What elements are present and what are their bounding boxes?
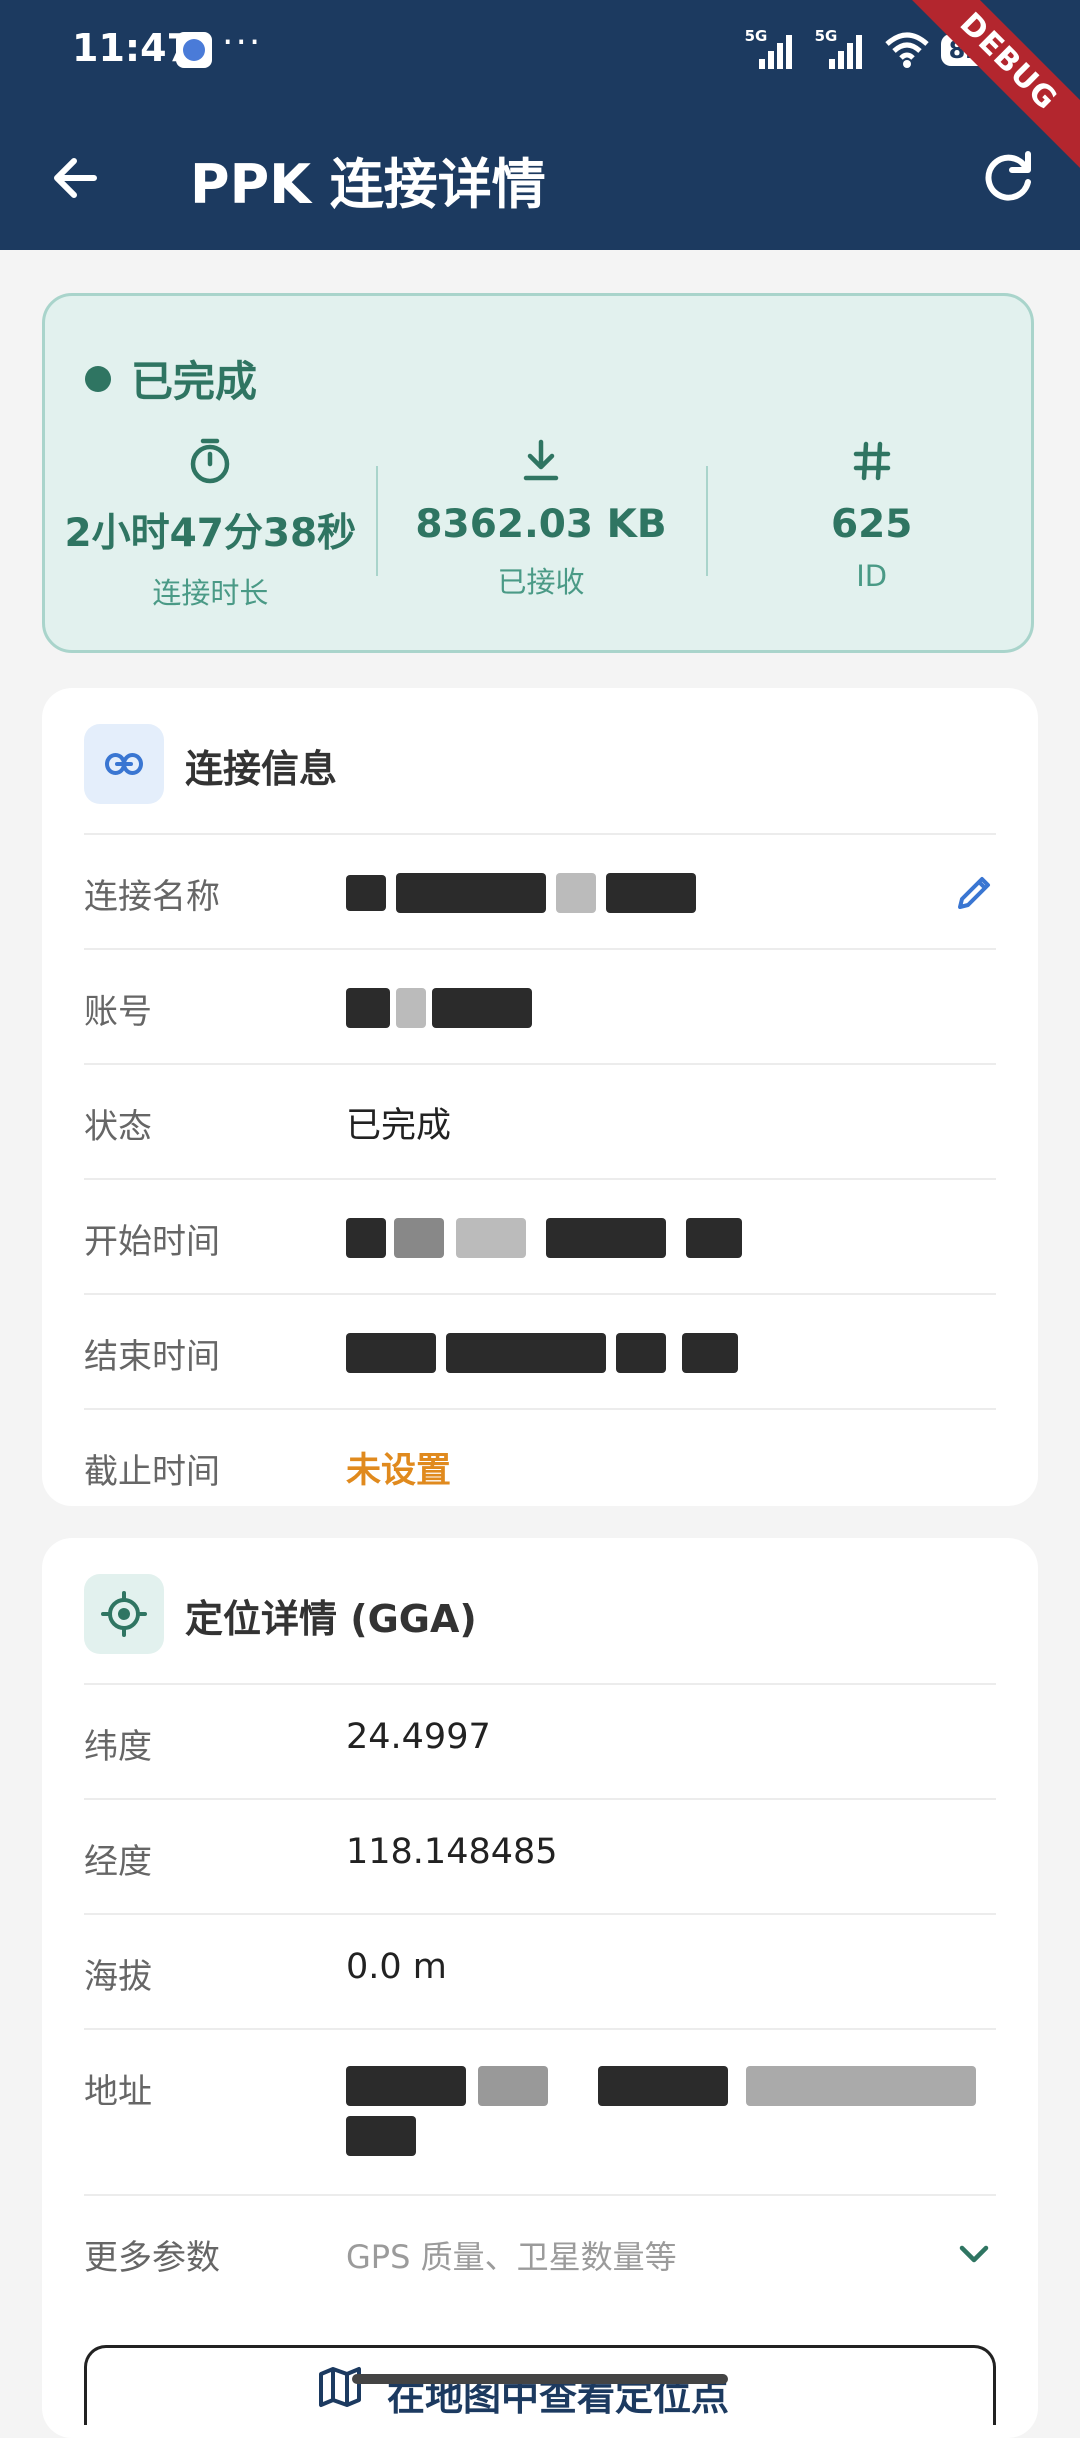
status-text: 已完成	[131, 357, 258, 406]
status-time: 11:47	[72, 26, 193, 70]
signal-icon-2: 5G	[815, 27, 873, 69]
edit-button[interactable]	[952, 871, 996, 915]
duration-value: 2小时47分38秒	[64, 511, 357, 556]
app-notification-icon	[176, 32, 212, 68]
more-params-hint: GPS 质量、卫星数量等	[346, 2238, 677, 2276]
more-notifications-icon: ···	[222, 22, 263, 63]
latitude-value: 24.4997	[346, 1717, 491, 1757]
status-summary-card: 已完成 2小时47分38秒 连接时长 8362.03 KB 已接收 625 ID	[42, 293, 1034, 653]
row-connection-name: 连接名称	[84, 833, 996, 948]
end-time-label: 结束时间	[84, 1337, 220, 1377]
deadline-label: 截止时间	[84, 1452, 220, 1492]
status-label: 状态	[84, 1107, 152, 1147]
connection-name-label: 连接名称	[84, 877, 220, 917]
timer-icon	[45, 436, 376, 486]
refresh-button[interactable]	[976, 146, 1040, 210]
latitude-label: 纬度	[84, 1727, 152, 1767]
longitude-value: 118.148485	[346, 1832, 558, 1872]
account-label: 账号	[84, 992, 152, 1032]
row-more-params[interactable]: 更多参数 GPS 质量、卫星数量等	[84, 2194, 996, 2309]
stat-id: 625 ID	[706, 436, 1037, 616]
download-icon	[376, 436, 707, 486]
locate-icon	[84, 1574, 164, 1654]
row-deadline: 截止时间 未设置	[84, 1408, 996, 1523]
row-altitude: 海拔 0.0 m	[84, 1913, 996, 2028]
back-button[interactable]	[44, 146, 108, 210]
id-value: 625	[830, 502, 913, 547]
row-latitude: 纬度 24.4997	[84, 1683, 996, 1798]
chevron-down-icon[interactable]	[952, 2232, 996, 2276]
map-icon	[319, 2367, 361, 2407]
more-params-label: 更多参数	[84, 2238, 220, 2278]
status-header: 已完成	[85, 348, 257, 409]
start-time-label: 开始时间	[84, 1222, 220, 1262]
row-end-time: 结束时间	[84, 1293, 996, 1408]
connection-info-card: 连接信息 连接名称 账号 状态 已完成 开始时间 结束时间 截止时间 未设置	[42, 688, 1038, 1506]
link-icon	[84, 724, 164, 804]
row-status: 状态 已完成	[84, 1063, 996, 1178]
row-start-time: 开始时间	[84, 1178, 996, 1293]
page-title: PPK 连接详情	[190, 153, 546, 216]
location-details-card: 定位详情 (GGA) 纬度 24.4997 经度 118.148485 海拔 0…	[42, 1538, 1038, 2438]
row-longitude: 经度 118.148485	[84, 1798, 996, 1913]
stats-row: 2小时47分38秒 连接时长 8362.03 KB 已接收 625 ID	[45, 436, 1037, 616]
id-label: ID	[856, 559, 888, 593]
location-details-header: 定位详情 (GGA)	[42, 1538, 1038, 1683]
row-account: 账号	[84, 948, 996, 1063]
received-value: 8362.03 KB	[415, 502, 667, 547]
view-on-map-button[interactable]: 在地图中查看定位点	[84, 2345, 996, 2425]
altitude-value: 0.0 m	[346, 1947, 447, 1987]
hash-icon	[706, 436, 1037, 486]
connection-info-header: 连接信息	[42, 688, 1038, 833]
address-label: 地址	[84, 2072, 152, 2112]
app-header: 11:47 ··· 5G 5G 82 DEBUG PPK 连接详情	[0, 0, 1080, 250]
status-value: 已完成	[346, 1106, 452, 1146]
row-address: 地址	[84, 2028, 996, 2194]
stat-duration: 2小时47分38秒 连接时长	[45, 436, 376, 616]
connection-info-title: 连接信息	[185, 747, 338, 791]
altitude-label: 海拔	[84, 1957, 152, 1997]
home-indicator[interactable]	[352, 2374, 728, 2384]
wifi-icon	[884, 32, 929, 68]
signal-icon: 5G	[745, 27, 803, 69]
location-details-title: 定位详情 (GGA)	[185, 1597, 477, 1641]
received-label: 已接收	[497, 565, 585, 599]
longitude-label: 经度	[84, 1842, 152, 1882]
stat-received: 8362.03 KB 已接收	[375, 436, 707, 616]
status-dot-icon	[85, 365, 111, 392]
duration-label: 连接时长	[152, 576, 269, 610]
deadline-value: 未设置	[346, 1451, 452, 1491]
